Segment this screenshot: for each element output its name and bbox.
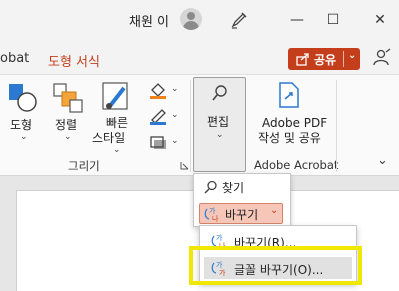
share-label: 공유 xyxy=(314,53,337,67)
adobe-pdf-icon[interactable] xyxy=(278,82,300,108)
quick-styles-label-1[interactable]: 빠른 xyxy=(106,116,128,131)
svg-text:가: 가 xyxy=(216,233,223,242)
shape-fill-icon[interactable] xyxy=(148,82,168,100)
search-icon xyxy=(212,85,227,101)
find-menu-item[interactable]: 찾기 xyxy=(222,179,244,196)
arrange-icon[interactable] xyxy=(52,82,84,114)
chevron-down-icon: ⌄ xyxy=(216,130,224,140)
chevron-down-icon[interactable]: ⌄ xyxy=(64,132,72,142)
quick-styles-icon[interactable] xyxy=(102,82,132,114)
shape-icon[interactable] xyxy=(9,82,39,114)
restore-button[interactable]: ☐ xyxy=(321,8,345,32)
adobe-acrobat-group-label: Adobe Acrobat xyxy=(254,158,339,172)
tab-adobe-acrobat[interactable]: obat xyxy=(0,51,29,66)
dialog-launcher-icon[interactable] xyxy=(180,161,189,170)
minimize-button[interactable]: — xyxy=(285,8,309,32)
annotation-highlight-box xyxy=(189,246,362,285)
drawing-group-label: 그리기 xyxy=(68,159,100,173)
shape-effects-icon[interactable] xyxy=(148,134,168,150)
collapse-ribbon-button[interactable]: ⌄ xyxy=(377,153,388,168)
shape-outline-icon[interactable] xyxy=(148,108,168,126)
chevron-down-icon[interactable]: ⌄ xyxy=(171,84,179,94)
edit-label: 편집 xyxy=(207,115,230,129)
chevron-down-icon[interactable]: ⌄ xyxy=(348,50,356,61)
person-feedback-icon[interactable] xyxy=(372,48,392,68)
chevron-down-icon[interactable]: ⌄ xyxy=(20,132,28,142)
adobe-pdf-label-1[interactable]: Adobe PDF xyxy=(262,116,327,131)
tab-shape-format[interactable]: 도형 서식 xyxy=(48,51,100,70)
pen-icon[interactable] xyxy=(229,10,249,30)
chevron-down-icon[interactable]: ⌄ xyxy=(113,145,121,155)
close-button[interactable]: ✕ xyxy=(368,8,392,32)
avatar-icon[interactable] xyxy=(180,8,202,30)
group-divider xyxy=(336,80,337,172)
chevron-down-icon[interactable]: ⌄ xyxy=(270,205,278,216)
chevron-down-icon[interactable]: ⌄ xyxy=(171,136,179,146)
quick-styles-label-2[interactable]: 스타일 xyxy=(92,131,125,146)
group-divider xyxy=(190,80,191,172)
user-name[interactable]: 채원 이 xyxy=(129,11,169,30)
title-bar: 채원 이 — ☐ ✕ xyxy=(0,0,399,40)
arrange-button[interactable]: 정렬 xyxy=(55,118,77,133)
share-button[interactable]: 공유 ⌄ xyxy=(288,48,360,70)
replace-icon: 가 나 xyxy=(204,206,219,223)
replace-label: 바꾸기 xyxy=(225,208,259,222)
search-icon xyxy=(204,180,217,194)
replace-split-button[interactable]: 가 나 바꾸기 ⌄ xyxy=(199,203,283,224)
svg-text:나: 나 xyxy=(212,214,219,223)
edit-dropdown-menu: 찾기 가 나 바꾸기 ⌄ xyxy=(193,173,291,227)
chevron-down-icon[interactable]: ⌄ xyxy=(171,110,179,120)
svg-text:가: 가 xyxy=(209,206,216,215)
adobe-pdf-label-2[interactable]: 작성 및 공유 xyxy=(258,131,321,146)
shape-button[interactable]: 도형 xyxy=(10,118,32,133)
share-icon xyxy=(296,53,309,66)
